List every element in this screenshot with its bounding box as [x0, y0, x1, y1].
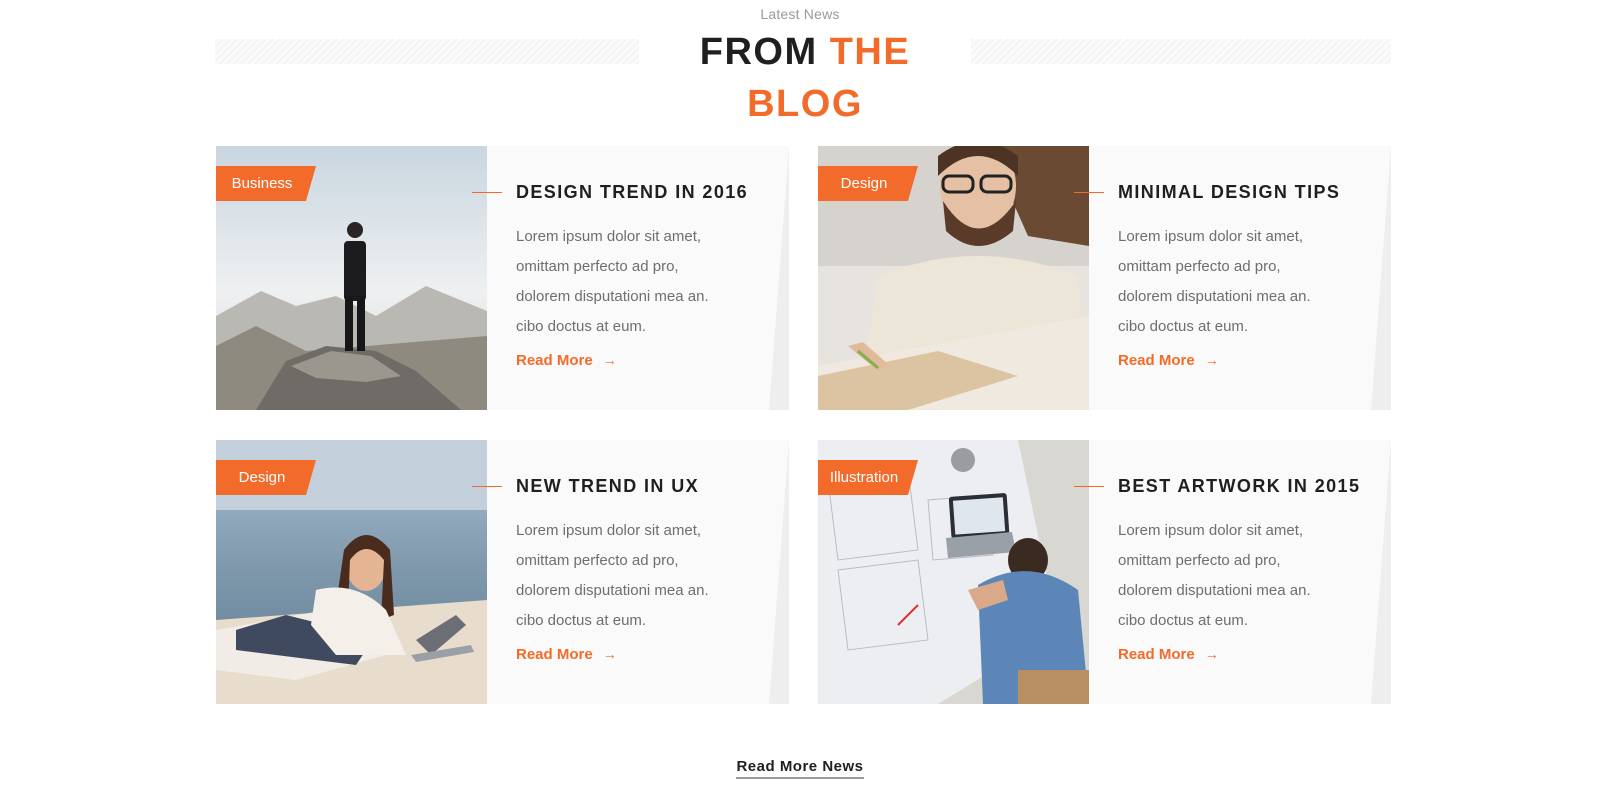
category-tag[interactable]: Design — [818, 166, 918, 201]
category-tag[interactable]: Design — [216, 460, 316, 495]
card-shadow — [1371, 146, 1391, 410]
post-title[interactable]: NEW TREND IN UX — [516, 476, 699, 497]
title-stripe-right — [971, 39, 1391, 64]
card-shadow — [769, 440, 789, 704]
section-title-row: FROM THE BLOG — [215, 26, 1391, 125]
arrow-right-icon: → — [1204, 352, 1219, 368]
excerpt-line: dolorem disputationi mea an. — [516, 288, 709, 305]
card-shadow — [1371, 440, 1391, 704]
blog-card: Business DESIGN TREND IN 2016 Lorem ipsu… — [216, 146, 789, 410]
read-more-link[interactable]: Read More → — [1118, 352, 1219, 369]
excerpt-line: dolorem disputationi mea an. — [1118, 582, 1311, 599]
excerpt-line: omittam perfecto ad pro, — [1118, 258, 1281, 275]
excerpt-line: Lorem ipsum dolor sit amet, — [516, 228, 702, 245]
post-title[interactable]: MINIMAL DESIGN TIPS — [1118, 182, 1340, 203]
read-more-label: Read More — [516, 646, 593, 663]
post-excerpt: Lorem ipsum dolor sit amet, omittam perf… — [516, 222, 756, 342]
post-title[interactable]: BEST ARTWORK IN 2015 — [1118, 476, 1360, 497]
excerpt-line: dolorem disputationi mea an. — [516, 582, 709, 599]
title-dash — [472, 192, 502, 193]
read-more-news-wrapper: Read More News — [0, 758, 1600, 779]
section-header: Latest News FROM THE BLOG — [0, 0, 1600, 125]
section-kicker: Latest News — [760, 6, 840, 22]
read-more-link[interactable]: Read More → — [1118, 646, 1219, 663]
read-more-link[interactable]: Read More → — [516, 352, 617, 369]
arrow-right-icon: → — [1204, 646, 1219, 662]
title-dash — [1074, 486, 1104, 487]
excerpt-line: Lorem ipsum dolor sit amet, — [1118, 522, 1304, 539]
read-more-label: Read More — [1118, 646, 1195, 663]
post-excerpt: Lorem ipsum dolor sit amet, omittam perf… — [516, 516, 756, 636]
category-tag[interactable]: Illustration — [818, 460, 918, 495]
post-title[interactable]: DESIGN TREND IN 2016 — [516, 182, 748, 203]
read-more-link[interactable]: Read More → — [516, 646, 617, 663]
excerpt-line: cibo doctus at eum. — [516, 318, 647, 335]
read-more-label: Read More — [516, 352, 593, 369]
blog-card: Design MINIMAL DESIGN TIPS Lorem ipsum d… — [818, 146, 1391, 410]
arrow-right-icon: → — [602, 352, 617, 368]
excerpt-line: cibo doctus at eum. — [516, 612, 647, 629]
excerpt-line: cibo doctus at eum. — [1118, 318, 1249, 335]
card-shadow — [769, 146, 789, 410]
title-dash — [472, 486, 502, 487]
read-more-label: Read More — [1118, 352, 1195, 369]
excerpt-line: Lorem ipsum dolor sit amet, — [516, 522, 702, 539]
blog-card: Illustration BEST ARTWORK IN 2015 Lorem … — [818, 440, 1391, 704]
title-dash — [1074, 192, 1104, 193]
post-excerpt: Lorem ipsum dolor sit amet, omittam perf… — [1118, 222, 1358, 342]
post-excerpt: Lorem ipsum dolor sit amet, omittam perf… — [1118, 516, 1358, 636]
category-tag[interactable]: Business — [216, 166, 316, 201]
excerpt-line: omittam perfecto ad pro, — [516, 258, 679, 275]
blog-card: Design NEW TREND IN UX Lorem ipsum dolor… — [216, 440, 789, 704]
excerpt-line: omittam perfecto ad pro, — [516, 552, 679, 569]
section-title: FROM THE BLOG — [639, 26, 971, 130]
excerpt-line: Lorem ipsum dolor sit amet, — [1118, 228, 1304, 245]
excerpt-line: cibo doctus at eum. — [1118, 612, 1249, 629]
excerpt-line: omittam perfecto ad pro, — [1118, 552, 1281, 569]
title-stripe-left — [215, 39, 639, 64]
arrow-right-icon: → — [602, 646, 617, 662]
section-title-plain: FROM — [699, 31, 818, 73]
excerpt-line: dolorem disputationi mea an. — [1118, 288, 1311, 305]
read-more-news-link[interactable]: Read More News — [736, 758, 864, 779]
